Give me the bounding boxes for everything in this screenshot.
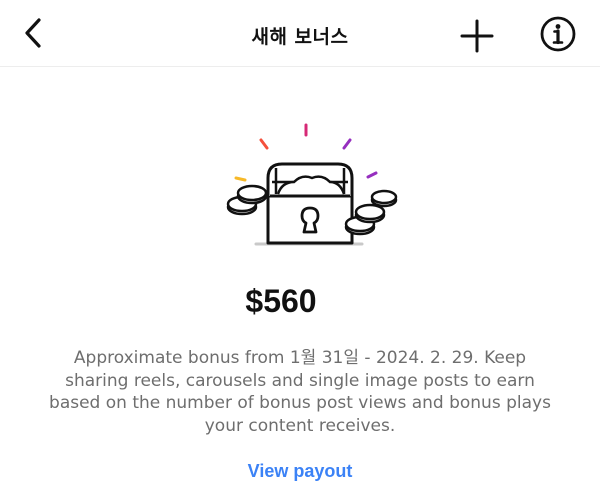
bonus-description: Approximate bonus from 1월 31일 - 2024. 2.…	[49, 348, 551, 436]
page-title: 새해 보너스	[251, 26, 349, 48]
bonus-amount: $560	[245, 283, 317, 319]
sparkle-mark	[366, 171, 378, 179]
treasure-chest-icon	[226, 123, 398, 246]
sparkle-mark	[234, 176, 247, 182]
view-payout-link[interactable]: View payout	[0, 461, 600, 482]
header-bar: 새해 보너스	[0, 0, 600, 67]
sparkle-mark	[259, 138, 269, 150]
info-circle-icon[interactable]	[538, 14, 578, 54]
sparkle-mark	[342, 138, 352, 150]
plus-icon[interactable]	[457, 16, 497, 56]
